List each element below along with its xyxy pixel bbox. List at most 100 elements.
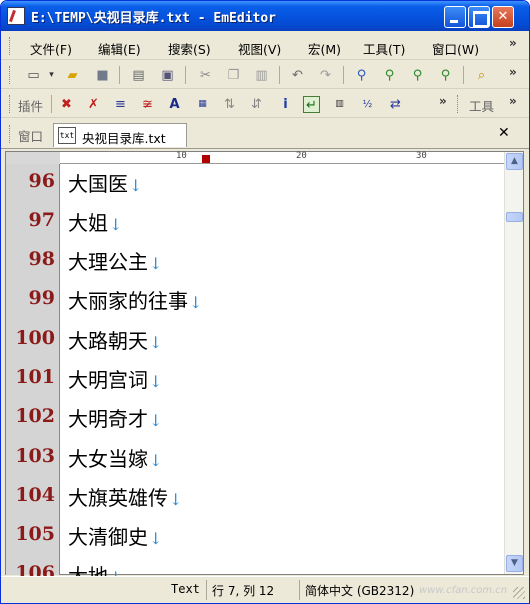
line-number: 99 — [28, 287, 55, 309]
line-numbers-icon[interactable]: ▥ — [331, 96, 348, 113]
menu-window[interactable]: 窗口(W) — [432, 39, 479, 58]
tools-toolbar-grip[interactable] — [457, 95, 460, 113]
eol-marker-icon: ↓ — [149, 254, 163, 273]
find-previous-icon[interactable]: ⚲ — [409, 67, 426, 84]
menu-edit[interactable]: 编辑(E) — [98, 39, 141, 58]
info-icon[interactable]: ⅰ — [277, 96, 294, 113]
ruler-label: 20 — [296, 151, 307, 161]
tools-toolbar-label: 工具 — [469, 99, 495, 114]
find-next-icon[interactable]: ⚲ — [381, 67, 398, 84]
menubar-overflow-chevron-icon[interactable]: » — [509, 36, 517, 50]
menu-bar: 文件(F) 编辑(E) 搜索(S) 视图(V) 宏(M) 工具(T) 窗口(W)… — [1, 32, 529, 60]
text-line: 大清御史↓ — [68, 525, 163, 549]
editor-pane[interactable]: 10 20 30 96 97 98 99 100 101 102 103 104… — [5, 151, 524, 579]
toolbar-separator — [185, 66, 186, 84]
resize-grip[interactable] — [513, 587, 525, 599]
toolbar-separator — [119, 66, 120, 84]
text-file-icon: txt — [58, 127, 76, 144]
undo-icon[interactable]: ↶ — [289, 67, 306, 84]
menubar-grip[interactable] — [9, 37, 12, 55]
sort-ascending-icon[interactable]: ⇅ — [221, 96, 238, 113]
window-tabbar-label: 窗口 — [18, 129, 44, 144]
new-file-icon[interactable]: ▭ — [25, 67, 42, 84]
toolbar-separator — [463, 66, 464, 84]
scroll-thumb[interactable] — [506, 212, 523, 222]
eol-marker-icon: ↓ — [149, 333, 163, 352]
copy-icon[interactable]: ❐ — [225, 67, 242, 84]
menu-view[interactable]: 视图(V) — [238, 39, 281, 58]
ruler-caret-marker — [202, 155, 210, 163]
ascii-code-icon[interactable]: ▦ — [194, 96, 211, 113]
plugins-toolbar-label: 插件 — [18, 99, 44, 114]
ruler-corner — [6, 152, 60, 164]
print-icon[interactable]: ▤ — [130, 67, 147, 84]
line-number: 103 — [15, 445, 55, 467]
new-dropdown-icon[interactable]: ▾ — [43, 67, 60, 84]
tools-overflow-chevron-icon[interactable]: » — [509, 94, 517, 108]
convert-case-icon[interactable]: ⇄ — [387, 96, 404, 113]
delete-lines-icon[interactable]: ✗ — [85, 96, 102, 113]
plugins-toolbar-grip[interactable] — [9, 95, 12, 113]
text-line: 大国医↓ — [68, 172, 143, 196]
eol-marker-icon: ↓ — [129, 176, 143, 195]
close-window-button[interactable]: ✕ — [492, 6, 514, 28]
status-separator — [206, 580, 207, 600]
scroll-down-button[interactable]: ▼ — [506, 555, 523, 572]
word-wrap-icon[interactable]: ↵ — [303, 96, 320, 113]
title-bar[interactable]: E:\TEMP\央视目录库.txt - EmEditor ✕ — [1, 1, 529, 31]
print-preview-icon[interactable]: ▣ — [159, 67, 176, 84]
line-number: 96 — [28, 170, 55, 192]
eol-marker-icon: ↓ — [189, 293, 203, 312]
close-tab-button[interactable]: ✕ — [498, 125, 510, 141]
tab-document[interactable]: txt 央视目录库.txt — [53, 123, 187, 147]
text-line: 大路朝天↓ — [68, 329, 163, 353]
delete-empty-lines-icon[interactable]: ✖ — [58, 96, 75, 113]
sort-descending-icon[interactable]: ⇵ — [248, 96, 265, 113]
menu-search[interactable]: 搜索(S) — [168, 39, 211, 58]
status-encoding[interactable]: 简体中文 (GB2312) — [305, 582, 414, 599]
text-line: 大理公主↓ — [68, 250, 163, 274]
save-icon[interactable]: ■ — [94, 67, 111, 84]
justify-lines-icon[interactable]: ≡ — [112, 96, 129, 113]
half-full-width-icon[interactable]: ½ — [359, 96, 376, 113]
cut-icon[interactable]: ✂ — [197, 67, 214, 84]
remove-format-icon[interactable]: ≆ — [139, 96, 156, 113]
line-number-gutter[interactable]: 96 97 98 99 100 101 102 103 104 105 106 — [6, 164, 60, 576]
text-line: 大明奇才↓ — [68, 407, 163, 431]
menu-tools[interactable]: 工具(T) — [363, 39, 405, 58]
ruler-label: 30 — [416, 151, 427, 161]
menu-file[interactable]: 文件(F) — [30, 39, 72, 58]
line-number: 98 — [28, 248, 55, 270]
eol-marker-icon: ↓ — [109, 215, 123, 234]
ruler[interactable]: 10 20 30 — [60, 151, 504, 164]
maximize-button[interactable] — [468, 6, 490, 28]
status-mode[interactable]: Text — [171, 582, 200, 596]
tabbar-grip[interactable] — [9, 125, 12, 143]
line-number: 101 — [15, 366, 55, 388]
text-line: 大明宫词↓ — [68, 368, 163, 392]
line-number: 104 — [15, 484, 55, 506]
vertical-scrollbar[interactable]: ▲ ▼ — [504, 152, 523, 574]
font-style-icon[interactable]: A — [166, 96, 183, 113]
paste-icon[interactable]: ▥ — [253, 67, 270, 84]
line-number: 105 — [15, 523, 55, 545]
find-icon[interactable]: ⚲ — [353, 67, 370, 84]
line-number: 97 — [28, 209, 55, 231]
toolbar-separator — [279, 66, 280, 84]
eol-marker-icon: ↓ — [149, 451, 163, 470]
toolbar-grip[interactable] — [9, 66, 12, 84]
app-window: E:\TEMP\央视目录库.txt - EmEditor ✕ 文件(F) 编辑(… — [0, 0, 530, 604]
redo-icon[interactable]: ↷ — [317, 67, 334, 84]
scroll-up-button[interactable]: ▲ — [506, 153, 523, 170]
eol-marker-icon: ↓ — [169, 490, 183, 509]
toolbar-overflow-chevron-icon[interactable]: » — [509, 65, 517, 79]
text-line: 大丽家的往事↓ — [68, 289, 203, 313]
plugins-overflow-chevron-icon[interactable]: » — [439, 94, 447, 108]
emeditor-app-icon[interactable] — [7, 7, 25, 25]
replace-icon[interactable]: ⚲ — [437, 67, 454, 84]
minimize-button[interactable] — [444, 6, 466, 28]
open-folder-icon[interactable]: ▰ — [64, 67, 81, 84]
eol-marker-icon: ↓ — [149, 529, 163, 548]
menu-macro[interactable]: 宏(M) — [308, 39, 341, 58]
find-in-files-icon[interactable]: ⌕ — [473, 67, 490, 84]
